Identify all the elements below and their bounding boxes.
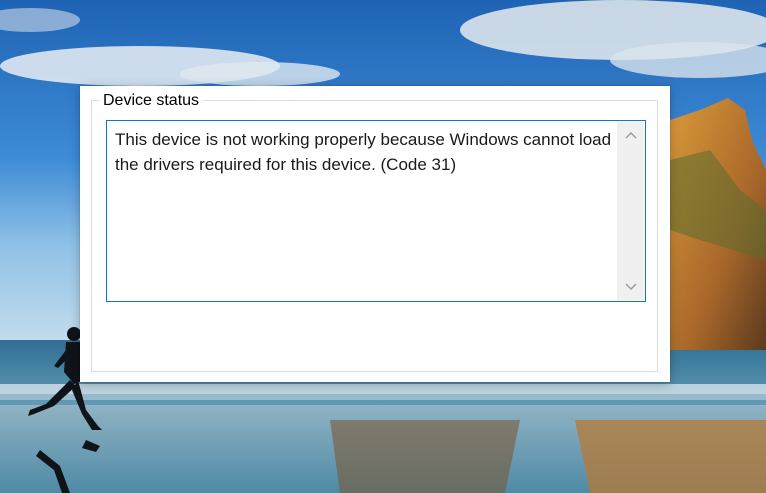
chevron-down-icon[interactable] [617, 276, 644, 298]
device-status-message[interactable]: This device is not working properly beca… [115, 127, 615, 177]
device-status-textbox[interactable]: This device is not working properly beca… [106, 120, 646, 302]
vertical-scrollbar[interactable] [617, 122, 644, 300]
device-status-heading: Device status [99, 91, 204, 111]
device-properties-panel: Device status This device is not working… [80, 86, 670, 382]
chevron-up-icon[interactable] [617, 124, 644, 146]
